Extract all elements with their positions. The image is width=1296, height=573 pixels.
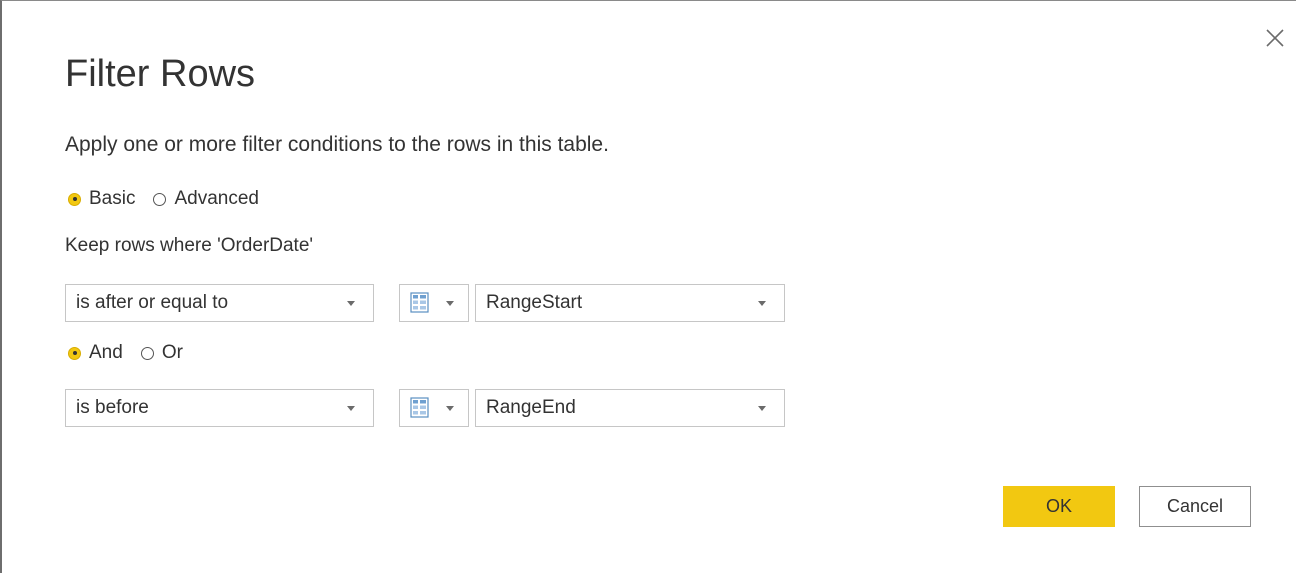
and-radio-option[interactable]: And bbox=[68, 342, 123, 364]
basic-radio-label: Basic bbox=[89, 188, 136, 209]
chevron-down-icon bbox=[347, 405, 355, 411]
basic-radio-option[interactable]: Basic bbox=[68, 188, 135, 210]
chevron-down-icon bbox=[347, 300, 355, 306]
ok-button[interactable]: OK bbox=[1003, 486, 1115, 527]
dialog-subtitle: Apply one or more filter conditions to t… bbox=[65, 133, 609, 156]
value-dropdown-1-value: RangeStart bbox=[486, 292, 583, 313]
or-radio-button[interactable] bbox=[140, 346, 154, 360]
operator-dropdown-1-value: is after or equal to bbox=[76, 292, 229, 313]
chevron-down-icon bbox=[758, 300, 766, 306]
combinator-radio-group: And Or bbox=[68, 342, 201, 364]
operator-dropdown-1[interactable]: is after or equal to bbox=[65, 284, 374, 322]
value-dropdown-2-value: RangeEnd bbox=[486, 397, 576, 418]
value-dropdown-1[interactable]: RangeStart bbox=[475, 284, 785, 322]
advanced-radio-label: Advanced bbox=[174, 188, 259, 209]
value-type-dropdown-1[interactable] bbox=[399, 284, 469, 322]
advanced-radio-button[interactable] bbox=[153, 192, 167, 206]
and-radio-button[interactable] bbox=[68, 346, 81, 360]
chevron-down-icon bbox=[446, 300, 454, 306]
cancel-button[interactable]: Cancel bbox=[1139, 486, 1251, 527]
and-radio-label: And bbox=[89, 342, 123, 363]
operator-dropdown-2-value: is before bbox=[76, 397, 149, 418]
chevron-down-icon bbox=[446, 405, 454, 411]
or-radio-label: Or bbox=[161, 342, 183, 363]
filter-rows-dialog: Filter Rows Apply one or more filter con… bbox=[0, 0, 1296, 573]
dialog-title: Filter Rows bbox=[65, 53, 256, 95]
parameter-grid-icon bbox=[410, 292, 429, 313]
value-dropdown-2[interactable]: RangeEnd bbox=[475, 389, 785, 427]
basic-radio-button[interactable] bbox=[68, 192, 81, 206]
chevron-down-icon bbox=[758, 405, 766, 411]
close-icon[interactable] bbox=[1264, 27, 1286, 49]
parameter-grid-icon bbox=[410, 397, 429, 418]
or-radio-option[interactable]: Or bbox=[140, 342, 183, 364]
mode-radio-group: Basic Advanced bbox=[68, 188, 277, 210]
value-type-dropdown-2[interactable] bbox=[399, 389, 469, 427]
keep-rows-label: Keep rows where 'OrderDate' bbox=[65, 235, 314, 256]
advanced-radio-option[interactable]: Advanced bbox=[153, 188, 259, 210]
operator-dropdown-2[interactable]: is before bbox=[65, 389, 374, 427]
